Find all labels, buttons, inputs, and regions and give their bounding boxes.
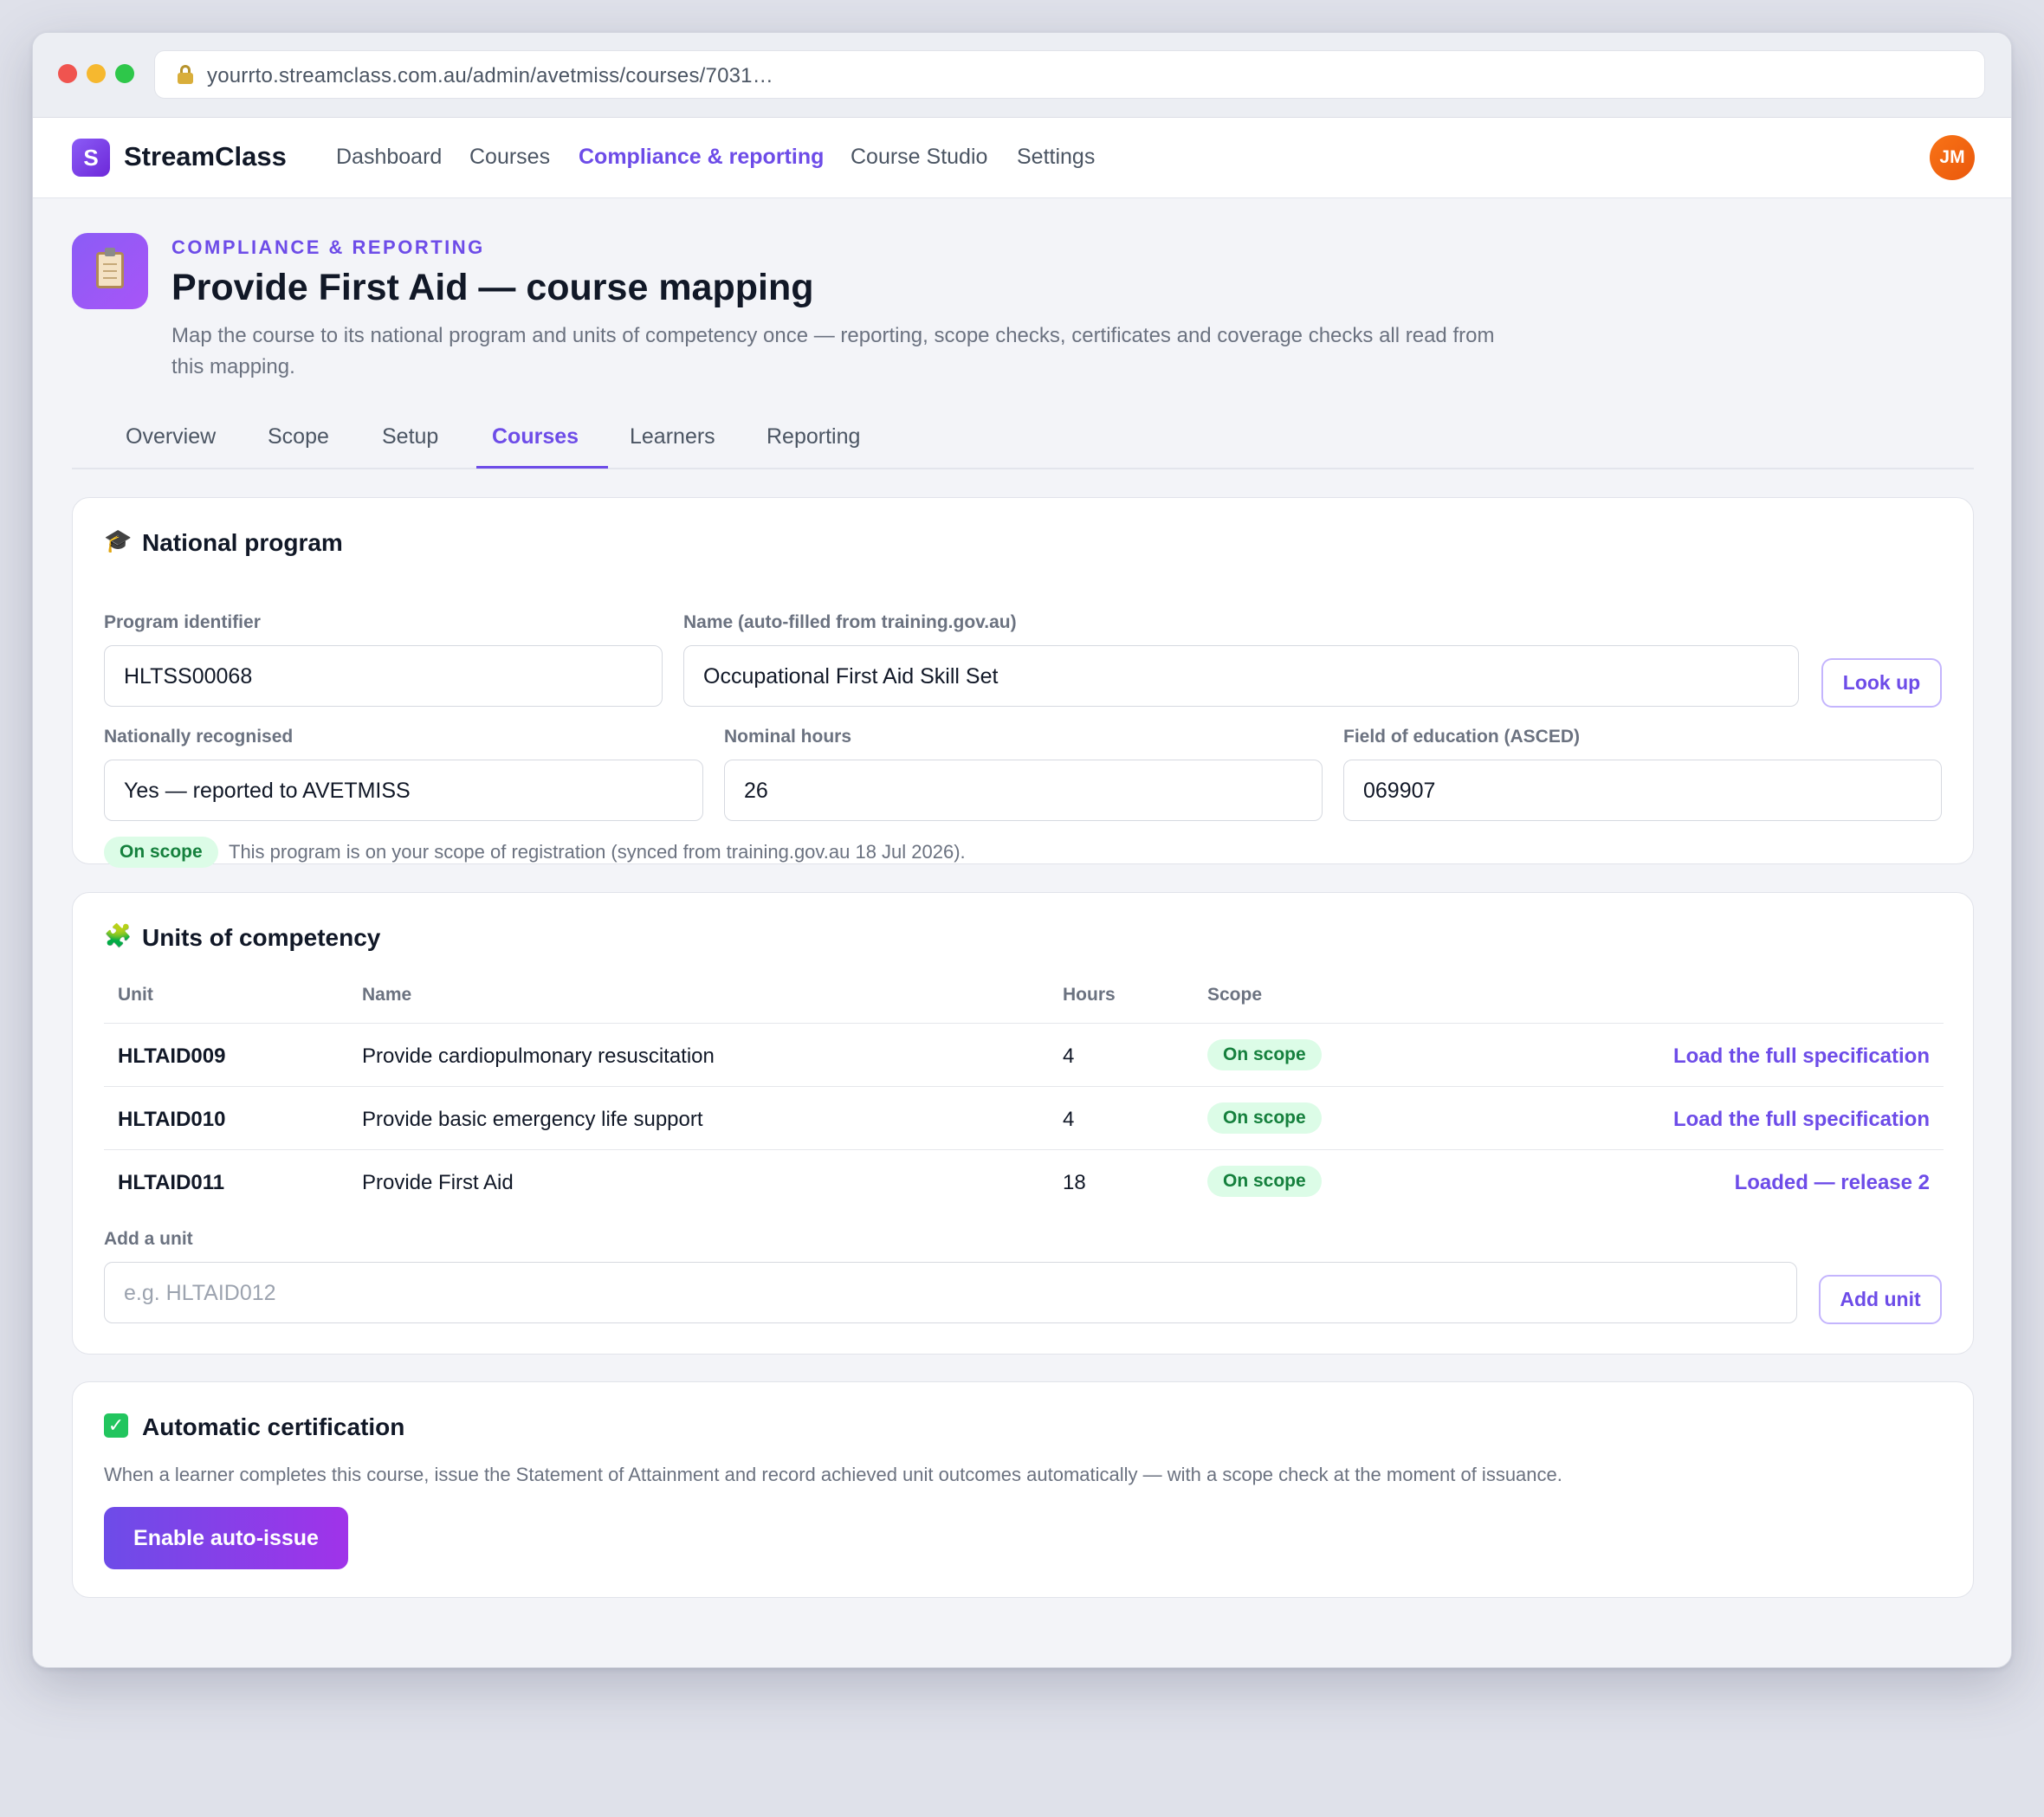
unit-hours: 4: [1063, 1108, 1075, 1131]
unit-code: HLTAID010: [118, 1108, 226, 1131]
page-description: Map the course to its national program a…: [171, 324, 1495, 378]
scope-status-badge: On scope: [104, 837, 218, 868]
unit-name: Provide cardiopulmonary resuscitation: [362, 1044, 715, 1068]
tab-setup[interactable]: Setup: [382, 424, 438, 449]
browser-window: yourrto.streamclass.com.au/admin/avetmis…: [32, 32, 2012, 1668]
national-program-card: 🎓 National program Program identifier HL…: [72, 497, 1974, 868]
clipboard-icon: [72, 233, 148, 309]
tab-courses[interactable]: Courses: [492, 424, 579, 449]
nominal-hours-label: Nominal hours: [724, 727, 852, 747]
scope-badge: On scope: [1207, 1039, 1322, 1070]
column-header-name: Name: [362, 985, 412, 1005]
table-row: HLTAID009 Provide cardiopulmonary resusc…: [104, 1023, 1944, 1086]
maximize-window-button[interactable]: [115, 64, 134, 83]
logo-icon[interactable]: S: [72, 139, 110, 177]
enable-auto-issue-button[interactable]: Enable auto-issue: [104, 1507, 348, 1569]
checkmark-icon: ✓: [104, 1413, 128, 1438]
unit-name: Provide First Aid: [362, 1171, 514, 1194]
table-row: HLTAID011 Provide First Aid 18 On scope …: [104, 1149, 1944, 1212]
active-tab-indicator: [476, 466, 608, 469]
field-of-education-input[interactable]: 069907: [1343, 760, 1942, 821]
unit-code: HLTAID009: [118, 1044, 226, 1068]
nav-settings[interactable]: Settings: [1017, 145, 1095, 170]
column-header-unit: Unit: [118, 985, 153, 1005]
nav-compliance-reporting[interactable]: Compliance & reporting: [579, 145, 824, 170]
certification-title: Automatic certification: [142, 1413, 405, 1440]
program-name-input[interactable]: Occupational First Aid Skill Set: [683, 645, 1799, 707]
top-navigation: S StreamClass Dashboard Courses Complian…: [33, 118, 2011, 198]
tab-reporting[interactable]: Reporting: [766, 424, 860, 449]
loaded-release-link[interactable]: Loaded — release 2: [1735, 1171, 1930, 1195]
look-up-button[interactable]: Look up: [1821, 658, 1942, 708]
user-avatar[interactable]: JM: [1930, 135, 1975, 180]
nationally-recognised-label: Nationally recognised: [104, 727, 294, 747]
tab-bar: Overview Scope Setup Courses Learners Re…: [72, 414, 1974, 469]
national-program-title: National program: [142, 529, 343, 556]
minimize-window-button[interactable]: [87, 64, 106, 83]
page-eyebrow: COMPLIANCE & REPORTING: [171, 236, 485, 258]
program-name-label: Name (auto-filled from training.gov.au): [683, 612, 1017, 632]
url-text: yourrto.streamclass.com.au/admin/avetmis…: [207, 64, 773, 87]
table-row: HLTAID010 Provide basic emergency life s…: [104, 1086, 1944, 1149]
add-unit-label: Add a unit: [104, 1229, 193, 1249]
load-specification-link[interactable]: Load the full specification: [1673, 1108, 1930, 1132]
column-header-scope: Scope: [1207, 985, 1263, 1005]
program-identifier-label: Program identifier: [104, 612, 261, 632]
brand-name[interactable]: StreamClass: [124, 141, 287, 172]
browser-chrome: yourrto.streamclass.com.au/admin/avetmis…: [33, 33, 2011, 118]
page-title: Provide First Aid — course mapping: [171, 267, 814, 308]
nominal-hours-input[interactable]: 26: [724, 760, 1323, 821]
unit-code: HLTAID011: [118, 1171, 225, 1194]
lock-icon: [178, 65, 193, 84]
certification-description: When a learner completes this course, is…: [104, 1464, 1562, 1485]
close-window-button[interactable]: [58, 64, 77, 83]
tab-scope[interactable]: Scope: [268, 424, 329, 449]
nav-dashboard[interactable]: Dashboard: [336, 145, 442, 170]
column-header-hours: Hours: [1063, 985, 1116, 1005]
puzzle-icon: 🧩: [104, 922, 133, 948]
scope-badge: On scope: [1207, 1166, 1322, 1197]
unit-name: Provide basic emergency life support: [362, 1108, 703, 1131]
nav-courses[interactable]: Courses: [469, 145, 550, 170]
unit-hours: 18: [1063, 1171, 1086, 1194]
program-identifier-input[interactable]: HLTSS00068: [104, 645, 663, 707]
scope-note: This program is on your scope of registr…: [229, 841, 966, 863]
graduation-cap-icon: 🎓: [104, 527, 133, 553]
units-card: 🧩 Units of competency Unit Name Hours Sc…: [72, 892, 1974, 1355]
tab-overview[interactable]: Overview: [126, 424, 216, 449]
field-of-education-label: Field of education (ASCED): [1343, 727, 1580, 747]
add-unit-button[interactable]: Add unit: [1819, 1275, 1942, 1324]
units-title: Units of competency: [142, 924, 381, 951]
add-unit-input[interactable]: e.g. HLTAID012: [104, 1262, 1797, 1323]
certification-card: ✓ Automatic certification When a learner…: [72, 1381, 1974, 1598]
address-bar[interactable]: yourrto.streamclass.com.au/admin/avetmis…: [154, 50, 1985, 99]
scope-badge: On scope: [1207, 1102, 1322, 1134]
tab-learners[interactable]: Learners: [630, 424, 715, 449]
nav-course-studio[interactable]: Course Studio: [851, 145, 987, 170]
unit-hours: 4: [1063, 1044, 1075, 1068]
nationally-recognised-select[interactable]: Yes — reported to AVETMISS: [104, 760, 703, 821]
load-specification-link[interactable]: Load the full specification: [1673, 1044, 1930, 1069]
